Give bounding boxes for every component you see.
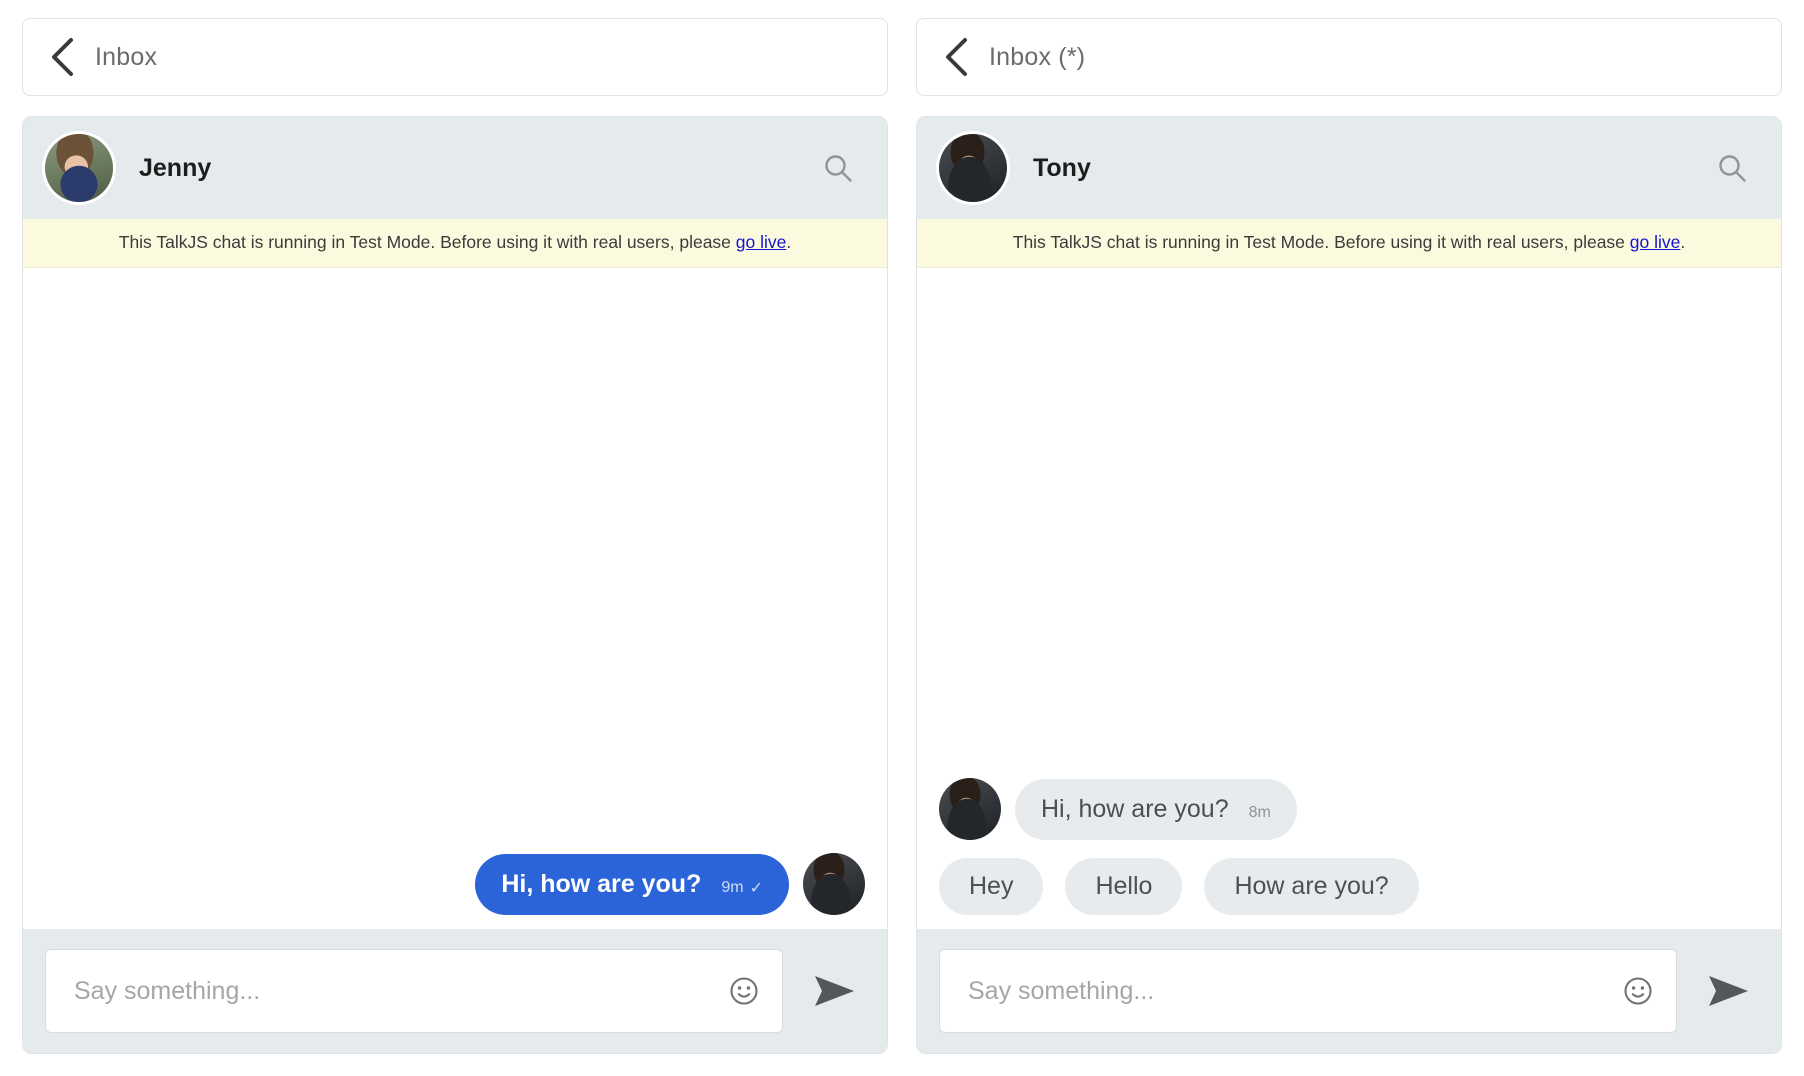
chat-participant-name-right: Tony xyxy=(1033,154,1709,183)
message-timestamp: 8m xyxy=(1249,804,1271,822)
smiley-icon[interactable] xyxy=(1618,971,1658,1011)
chat-panel-right: Tony This TalkJS chat is running in Test… xyxy=(916,116,1782,1054)
message-bubble-received[interactable]: Hi, how are you? 8m xyxy=(1015,779,1297,841)
chevron-left-icon[interactable] xyxy=(47,35,77,79)
test-mode-banner-right: This TalkJS chat is running in Test Mode… xyxy=(917,219,1781,268)
test-mode-text-before: This TalkJS chat is running in Test Mode… xyxy=(119,232,736,252)
message-row: Hi, how are you? 9m ✓ xyxy=(45,853,865,915)
suggested-replies: Hey Hello How are you? xyxy=(939,856,1759,915)
suggested-reply-chip[interactable]: Hey xyxy=(939,858,1043,915)
chat-participant-name-left: Jenny xyxy=(139,154,815,183)
test-mode-banner-left: This TalkJS chat is running in Test Mode… xyxy=(23,219,887,268)
chat-header-right: Tony xyxy=(917,117,1781,219)
message-meta: 8m xyxy=(1249,804,1271,822)
suggested-reply-chip[interactable]: How are you? xyxy=(1204,858,1418,915)
chat-column-right: Inbox (*) Tony This TalkJS chat is runni… xyxy=(916,18,1782,1054)
message-row: Hi, how are you? 8m xyxy=(939,778,1759,840)
message-bubble-sent[interactable]: Hi, how are you? 9m ✓ xyxy=(475,854,789,916)
message-list-left: Hi, how are you? 9m ✓ xyxy=(23,268,887,929)
composer-left xyxy=(23,929,887,1053)
message-timestamp: 9m xyxy=(721,879,743,897)
chat-demo-stage: Inbox Jenny This TalkJS chat is running … xyxy=(0,0,1804,1076)
inbox-label-left: Inbox xyxy=(95,43,157,72)
message-read-receipt-icon: ✓ xyxy=(750,878,763,898)
avatar xyxy=(939,134,1007,202)
message-input-wrapper[interactable] xyxy=(939,949,1677,1033)
chat-panel-left: Jenny This TalkJS chat is running in Tes… xyxy=(22,116,888,1054)
chat-column-left: Inbox Jenny This TalkJS chat is running … xyxy=(22,18,888,1054)
test-mode-text-after: . xyxy=(1680,232,1685,252)
test-mode-text-after: . xyxy=(786,232,791,252)
message-text: Hi, how are you? xyxy=(501,871,701,899)
message-input-wrapper[interactable] xyxy=(45,949,783,1033)
send-icon[interactable] xyxy=(803,960,865,1022)
chevron-left-icon[interactable] xyxy=(941,35,971,79)
inbox-back-bar-right[interactable]: Inbox (*) xyxy=(916,18,1782,96)
search-icon[interactable] xyxy=(1709,145,1755,191)
send-icon[interactable] xyxy=(1697,960,1759,1022)
chat-header-left: Jenny xyxy=(23,117,887,219)
message-avatar xyxy=(939,778,1001,840)
message-avatar xyxy=(803,853,865,915)
message-input[interactable] xyxy=(966,976,1618,1007)
message-text: Hi, how are you? xyxy=(1041,796,1229,824)
inbox-label-right: Inbox (*) xyxy=(989,43,1085,72)
suggested-reply-chip[interactable]: Hello xyxy=(1065,858,1182,915)
message-meta: 9m ✓ xyxy=(721,878,763,898)
go-live-link[interactable]: go live xyxy=(736,232,787,252)
search-icon[interactable] xyxy=(815,145,861,191)
smiley-icon[interactable] xyxy=(724,971,764,1011)
avatar xyxy=(45,134,113,202)
message-list-right: Hi, how are you? 8m Hey Hello How are yo… xyxy=(917,268,1781,929)
test-mode-text-before: This TalkJS chat is running in Test Mode… xyxy=(1013,232,1630,252)
composer-right xyxy=(917,929,1781,1053)
go-live-link[interactable]: go live xyxy=(1630,232,1681,252)
message-input[interactable] xyxy=(72,976,724,1007)
inbox-back-bar-left[interactable]: Inbox xyxy=(22,18,888,96)
